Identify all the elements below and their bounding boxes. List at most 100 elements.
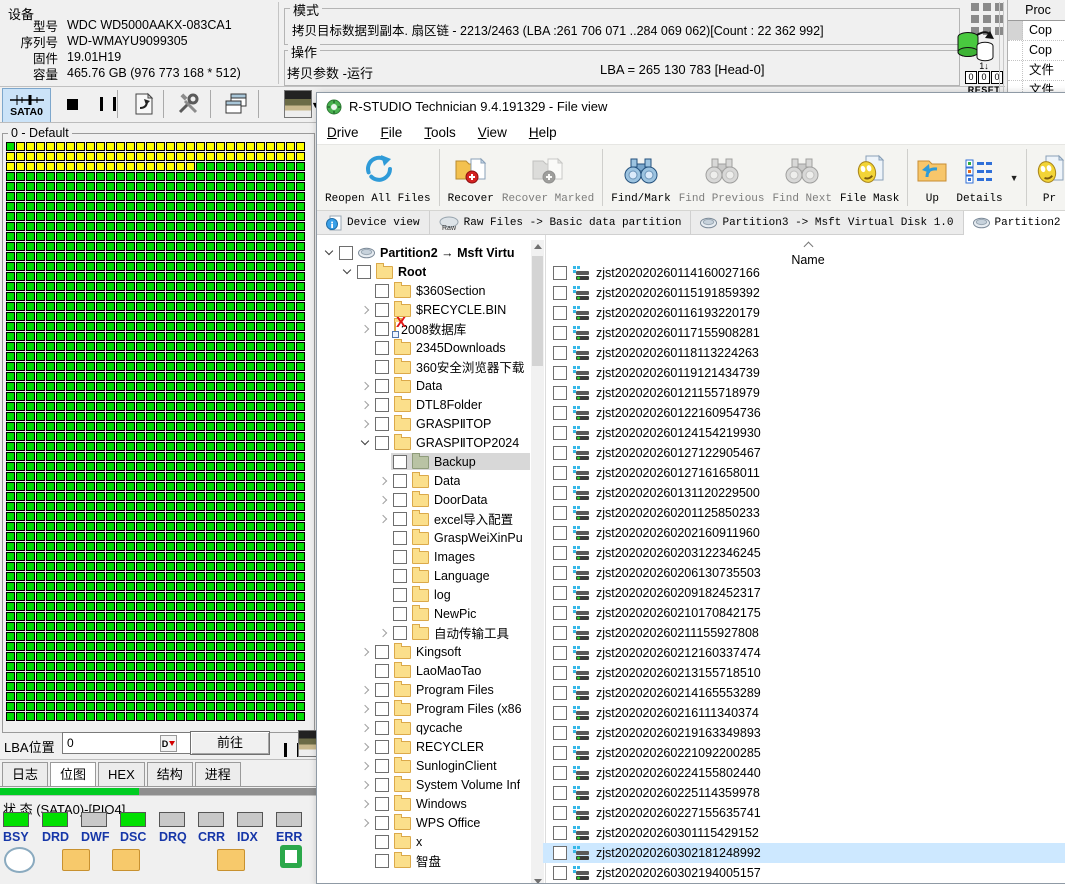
sector-block[interactable]	[106, 612, 115, 621]
sector-block[interactable]	[206, 232, 215, 241]
sector-block[interactable]	[86, 422, 95, 431]
sector-block[interactable]	[206, 272, 215, 281]
sector-block[interactable]	[206, 292, 215, 301]
tree-item[interactable]: X2008数据库	[317, 319, 530, 338]
sector-block[interactable]	[96, 412, 105, 421]
sector-block[interactable]	[256, 172, 265, 181]
sector-block[interactable]	[196, 372, 205, 381]
sector-block[interactable]	[16, 652, 25, 661]
sector-block[interactable]	[56, 592, 65, 601]
sector-block[interactable]	[256, 462, 265, 471]
sector-block[interactable]	[146, 392, 155, 401]
sector-block[interactable]	[126, 522, 135, 531]
sector-block[interactable]	[76, 392, 85, 401]
sector-block[interactable]	[36, 592, 45, 601]
sector-block[interactable]	[26, 222, 35, 231]
file-row-checkbox[interactable]	[553, 806, 567, 820]
sector-block[interactable]	[256, 312, 265, 321]
sector-block[interactable]	[126, 642, 135, 651]
sector-block[interactable]	[156, 282, 165, 291]
sector-block[interactable]	[156, 222, 165, 231]
sector-block[interactable]	[286, 452, 295, 461]
sector-block[interactable]	[6, 222, 15, 231]
sector-block[interactable]	[86, 202, 95, 211]
sector-block[interactable]	[96, 592, 105, 601]
sector-block[interactable]	[146, 622, 155, 631]
sector-block[interactable]	[26, 232, 35, 241]
sector-block[interactable]	[296, 252, 305, 261]
sector-block[interactable]	[16, 252, 25, 261]
sector-block[interactable]	[36, 432, 45, 441]
sector-block[interactable]	[166, 682, 175, 691]
sector-block[interactable]	[36, 692, 45, 701]
sector-block[interactable]	[276, 172, 285, 181]
sector-block[interactable]	[226, 442, 235, 451]
sector-block[interactable]	[256, 242, 265, 251]
sector-block[interactable]	[86, 562, 95, 571]
sector-block[interactable]	[246, 622, 255, 631]
sector-block[interactable]	[186, 252, 195, 261]
sector-block[interactable]	[96, 162, 105, 171]
sector-block[interactable]	[16, 672, 25, 681]
sector-block[interactable]	[186, 632, 195, 641]
sector-block[interactable]	[46, 262, 55, 271]
sector-block[interactable]	[116, 522, 125, 531]
sector-block[interactable]	[296, 212, 305, 221]
sector-block[interactable]	[66, 642, 75, 651]
sector-block[interactable]	[6, 482, 15, 491]
sector-block[interactable]	[186, 212, 195, 221]
sector-block[interactable]	[66, 232, 75, 241]
sector-block[interactable]	[226, 192, 235, 201]
sector-block[interactable]	[196, 282, 205, 291]
sector-block[interactable]	[246, 482, 255, 491]
sector-block[interactable]	[26, 622, 35, 631]
sector-block[interactable]	[116, 162, 125, 171]
sector-block[interactable]	[216, 342, 225, 351]
sector-block[interactable]	[56, 152, 65, 161]
sector-block[interactable]	[176, 442, 185, 451]
sector-block[interactable]	[146, 472, 155, 481]
sector-block[interactable]	[66, 202, 75, 211]
sector-block[interactable]	[116, 572, 125, 581]
sector-block[interactable]	[156, 382, 165, 391]
file-row[interactable]: zjst202020260211155927808	[543, 623, 1065, 643]
sector-block[interactable]	[276, 552, 285, 561]
file-row[interactable]: zjst202020260210170842175	[543, 603, 1065, 623]
sector-block[interactable]	[56, 692, 65, 701]
sector-block[interactable]	[256, 502, 265, 511]
sector-block[interactable]	[246, 212, 255, 221]
sector-block[interactable]	[236, 522, 245, 531]
sector-block[interactable]	[66, 382, 75, 391]
sector-block[interactable]	[26, 592, 35, 601]
sector-block[interactable]	[76, 302, 85, 311]
sector-block[interactable]	[256, 682, 265, 691]
sector-block[interactable]	[216, 282, 225, 291]
sector-block[interactable]	[56, 232, 65, 241]
sector-block[interactable]	[26, 252, 35, 261]
sector-block[interactable]	[226, 212, 235, 221]
sector-block[interactable]	[26, 212, 35, 221]
tree-item-checkbox[interactable]	[375, 645, 389, 659]
sector-block[interactable]	[136, 542, 145, 551]
file-row[interactable]: zjst202020260119121434739	[543, 363, 1065, 383]
sector-block[interactable]	[206, 382, 215, 391]
sector-block[interactable]	[286, 462, 295, 471]
sector-block[interactable]	[246, 242, 255, 251]
sector-block[interactable]	[146, 202, 155, 211]
sector-block[interactable]	[216, 652, 225, 661]
sector-block[interactable]	[46, 612, 55, 621]
sector-block[interactable]	[76, 412, 85, 421]
toolbar-find-mark[interactable]: Find/Mark	[607, 147, 674, 208]
sector-block[interactable]	[66, 482, 75, 491]
sector-block[interactable]	[206, 182, 215, 191]
sector-block[interactable]	[196, 402, 205, 411]
sector-block[interactable]	[266, 522, 275, 531]
sector-block[interactable]	[176, 382, 185, 391]
sector-block[interactable]	[246, 182, 255, 191]
sector-block[interactable]	[26, 402, 35, 411]
sector-block[interactable]	[166, 462, 175, 471]
sector-block[interactable]	[46, 192, 55, 201]
sector-block[interactable]	[26, 702, 35, 711]
sector-block[interactable]	[36, 662, 45, 671]
sector-block[interactable]	[276, 402, 285, 411]
